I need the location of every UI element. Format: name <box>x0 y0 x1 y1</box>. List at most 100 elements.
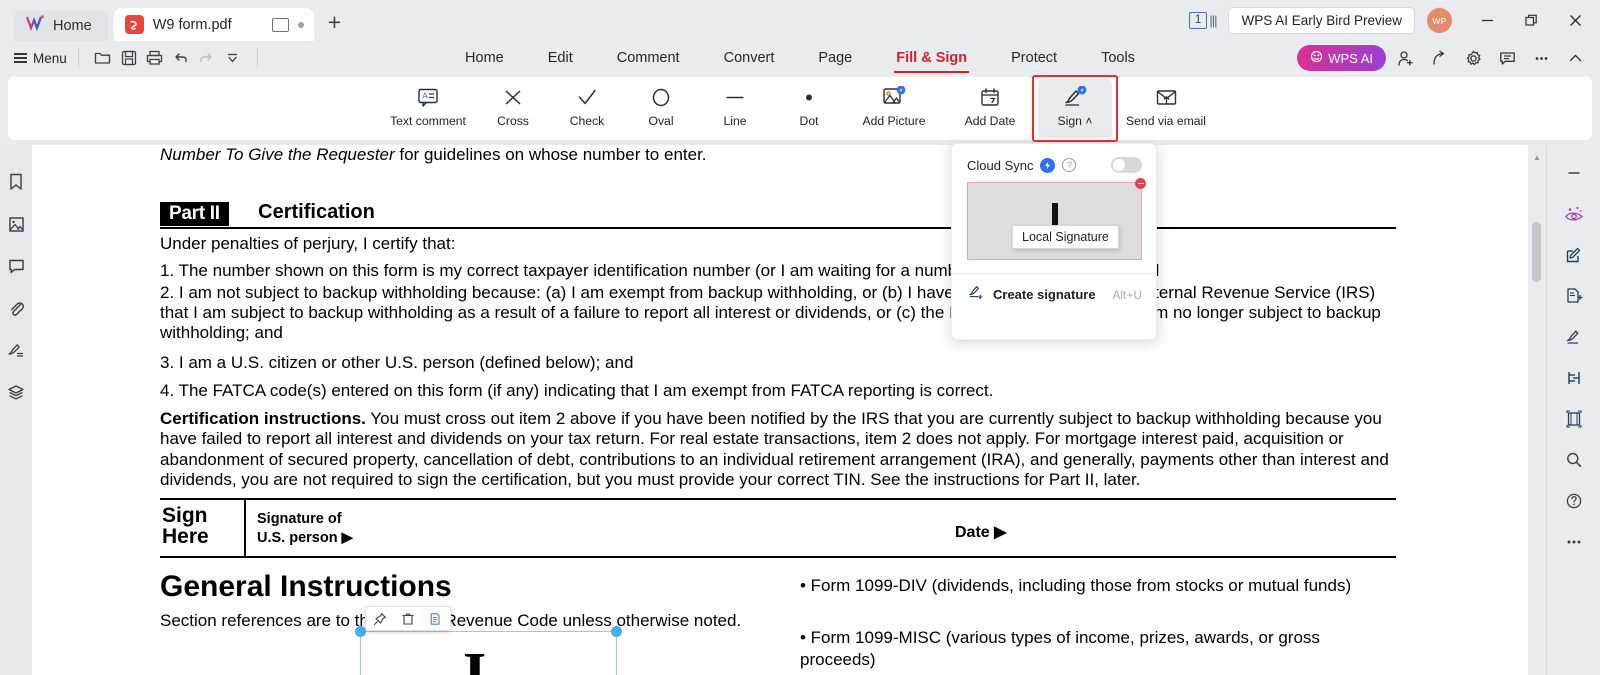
scrollbar-thumb[interactable] <box>1532 222 1541 282</box>
tab-document-label: W9 form.pdf <box>153 17 263 33</box>
restore-button[interactable] <box>1510 0 1552 41</box>
help-icon[interactable] <box>1560 487 1588 515</box>
tab-edit[interactable]: Edit <box>526 44 595 72</box>
tool-text-comment-label: Text comment <box>390 114 466 128</box>
tab-document[interactable]: W9 form.pdf <box>114 8 314 41</box>
layers-icon[interactable] <box>3 379 29 405</box>
open-folder-icon[interactable] <box>90 45 116 71</box>
tool-add-picture[interactable]: Add Picture <box>846 79 942 138</box>
cloud-sync-badge-icon <box>1040 158 1055 173</box>
pdf-file-icon <box>125 15 144 34</box>
tab-comment[interactable]: Comment <box>595 44 702 72</box>
wps-pdf-window: Home W9 form.pdf + 1 ||| WPS AI Early Bi… <box>0 0 1600 675</box>
cloud-sync-toggle[interactable] <box>1111 157 1142 173</box>
tool-oval[interactable]: Oval <box>624 79 698 138</box>
pin-icon[interactable] <box>366 606 394 631</box>
divider <box>257 49 258 67</box>
redo-icon[interactable] <box>194 45 220 71</box>
copy-icon[interactable] <box>422 606 450 631</box>
page-add-icon[interactable] <box>1560 282 1588 310</box>
tool-check[interactable]: Check <box>550 79 624 138</box>
tool-cross-label: Cross <box>497 114 529 128</box>
close-button[interactable] <box>1554 0 1596 41</box>
more-icon[interactable] <box>1526 44 1556 72</box>
gear-icon[interactable] <box>1458 44 1488 72</box>
doc-top-line-rest: for guidelines on whose number to enter. <box>395 145 707 164</box>
tool-oval-label: Oval <box>648 114 673 128</box>
ai-early-bird-button[interactable]: WPS AI Early Bird Preview <box>1228 7 1415 34</box>
tab-protect[interactable]: Protect <box>989 44 1079 72</box>
more-icon[interactable] <box>1560 528 1588 556</box>
general-instructions-text: Section references are to the Internal R… <box>160 610 760 632</box>
create-signature-label: Create signature <box>993 287 1096 302</box>
present-mode-icon[interactable] <box>272 18 289 32</box>
print-icon[interactable] <box>142 45 168 71</box>
create-signature-row[interactable]: Create signature Alt+U <box>952 274 1156 305</box>
share-icon[interactable] <box>1424 44 1454 72</box>
tool-add-date[interactable]: Add Date <box>942 79 1038 138</box>
text-comment-icon: A <box>417 85 439 109</box>
customize-chevron-icon[interactable] <box>220 45 246 71</box>
tab-fill-and-sign[interactable]: Fill & Sign <box>874 44 989 72</box>
bookmark-icon[interactable] <box>3 169 29 195</box>
new-tab-button[interactable]: + <box>328 11 341 34</box>
minimize-panel-icon[interactable] <box>1560 159 1588 187</box>
cert-instructions-label: Certification instructions. <box>160 409 366 428</box>
sign-pen-icon <box>1063 85 1087 109</box>
add-user-icon[interactable] <box>1390 44 1420 72</box>
scan-icon[interactable] <box>1560 405 1588 433</box>
help-icon[interactable]: ? <box>1062 158 1076 172</box>
tool-text-comment[interactable]: A Text comment <box>380 79 476 138</box>
menu-button[interactable]: Menu <box>14 51 67 66</box>
align-icon[interactable] <box>1560 364 1588 392</box>
tool-line[interactable]: Line <box>698 79 772 138</box>
tool-sign[interactable]: Sign ˄ <box>1038 79 1112 138</box>
tool-send-via-email[interactable]: Send via email <box>1112 79 1220 138</box>
add-date-icon <box>979 85 1001 109</box>
eye-ai-icon[interactable] <box>1560 200 1588 228</box>
tool-dot[interactable]: Dot <box>772 79 846 138</box>
resize-handle-tr[interactable] <box>611 626 622 637</box>
tab-page[interactable]: Page <box>796 44 874 72</box>
search-icon[interactable] <box>1560 446 1588 474</box>
tool-cross[interactable]: Cross <box>476 79 550 138</box>
rule-under-part <box>160 227 1396 229</box>
delete-icon[interactable] <box>394 606 422 631</box>
document-canvas[interactable]: Number To Give the Requester for guideli… <box>32 145 1528 675</box>
thumbnail-icon[interactable] <box>3 211 29 237</box>
dot-icon <box>798 85 820 109</box>
tab-convert[interactable]: Convert <box>702 44 797 72</box>
doc-intro: Under penalties of perjury, I certify th… <box>160 234 455 254</box>
sign-here-label: Sign Here <box>162 505 209 547</box>
check-icon <box>576 85 598 109</box>
cloud-sync-label: Cloud Sync <box>967 158 1033 173</box>
tool-send-via-email-label: Send via email <box>1126 114 1206 128</box>
wps-ai-button[interactable]: WPS AI <box>1297 45 1386 71</box>
tab-home[interactable]: Home <box>443 44 526 72</box>
tab-tools[interactable]: Tools <box>1079 44 1157 72</box>
collapse-ribbon-icon[interactable] <box>1560 44 1590 72</box>
page-indicator[interactable]: 1 ||| <box>1189 12 1217 29</box>
hamburger-icon <box>14 53 27 63</box>
ribbon-right-actions: WPS AI <box>1297 44 1600 72</box>
feedback-icon[interactable] <box>1492 44 1522 72</box>
signature-icon[interactable] <box>3 337 29 363</box>
oval-icon <box>650 85 672 109</box>
signature-selection-box[interactable] <box>360 631 617 675</box>
add-picture-icon <box>882 85 906 109</box>
comment-icon[interactable] <box>3 253 29 279</box>
undo-icon[interactable] <box>168 45 194 71</box>
scroll-up-arrow-icon[interactable]: ▲ <box>1533 153 1541 162</box>
cloud-sync-row: Cloud Sync ? <box>952 144 1156 180</box>
edit-icon[interactable] <box>1560 241 1588 269</box>
delete-signature-badge[interactable] <box>1135 178 1146 189</box>
vertical-scrollbar[interactable]: ▲ <box>1528 145 1546 675</box>
local-signature-thumbnail[interactable]: Local Signature <box>967 182 1142 260</box>
tool-dot-label: Dot <box>800 114 819 128</box>
tab-home[interactable]: Home <box>14 10 108 41</box>
minimize-button[interactable] <box>1466 0 1508 41</box>
attachment-icon[interactable] <box>3 295 29 321</box>
sign-pen-icon[interactable] <box>1560 323 1588 351</box>
save-icon[interactable] <box>116 45 142 71</box>
avatar[interactable]: WP <box>1427 8 1452 33</box>
